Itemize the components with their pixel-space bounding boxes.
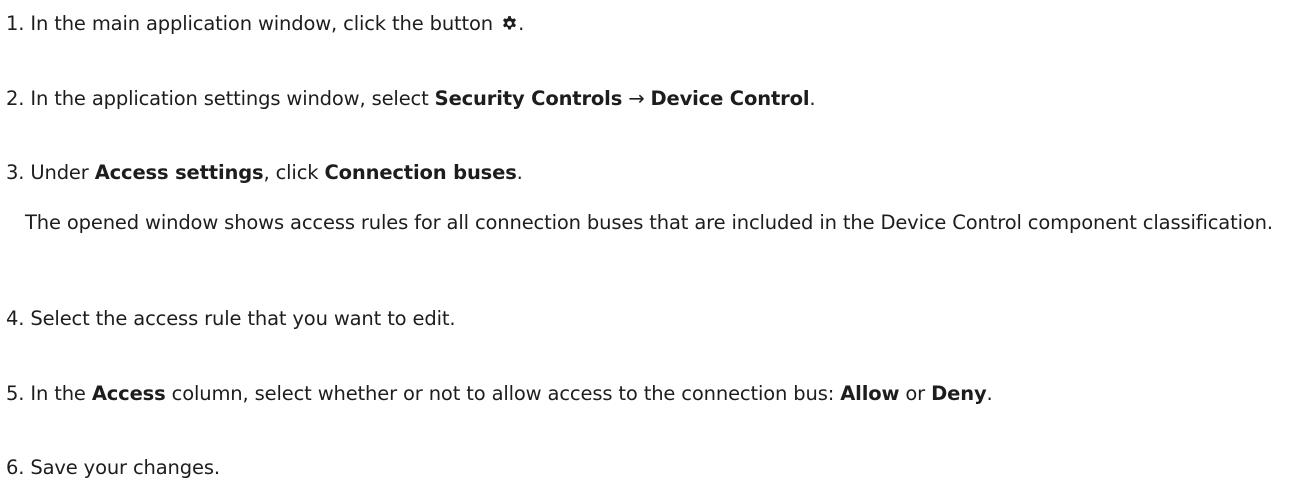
step-text: Save your changes. (24, 456, 220, 479)
ui-term-access: Access (91, 382, 166, 405)
step-text: , click (263, 161, 325, 184)
step-number: 2. (6, 87, 25, 110)
step-text: Select the access rule that you want to … (24, 307, 456, 330)
ui-term-deny: Deny (931, 382, 987, 405)
step-text: In the application settings window, sele… (24, 87, 435, 110)
step-number: 4. (6, 307, 25, 330)
step-number: 5. (6, 382, 25, 405)
step-3: 3. Under Access settings, click Connecti… (6, 160, 523, 186)
instruction-steps: 1. In the main application window, click… (0, 0, 1302, 493)
step-number: 3. (6, 161, 25, 184)
step-text-end: . (986, 382, 993, 405)
step-4: 4. Select the access rule that you want … (6, 306, 456, 332)
step-text: In the main application window, click th… (24, 12, 500, 35)
step-3-note: The opened window shows access rules for… (25, 211, 1273, 234)
step-text-end: . (518, 12, 525, 35)
step-2: 2. In the application settings window, s… (6, 86, 816, 112)
step-text: Under (24, 161, 95, 184)
step-text-end: . (809, 87, 816, 110)
ui-term-access-settings: Access settings (94, 161, 264, 184)
step-5: 5. In the Access column, select whether … (6, 381, 993, 407)
step-text: In the (24, 382, 92, 405)
ui-term-allow: Allow (840, 382, 900, 405)
step-text-end: . (516, 161, 523, 184)
step-number: 6. (6, 456, 25, 479)
step-1: 1. In the main application window, click… (6, 11, 524, 37)
path-arrow: → (622, 87, 651, 110)
step-number: 1. (6, 12, 25, 35)
ui-term-security-controls: Security Controls (434, 87, 623, 110)
ui-term-device-control: Device Control (650, 87, 810, 110)
gear-icon (503, 16, 517, 30)
step-text: or (899, 382, 932, 405)
ui-term-connection-buses: Connection buses (324, 161, 517, 184)
step-text: column, select whether or not to allow a… (165, 382, 841, 405)
step-6: 6. Save your changes. (6, 455, 220, 481)
